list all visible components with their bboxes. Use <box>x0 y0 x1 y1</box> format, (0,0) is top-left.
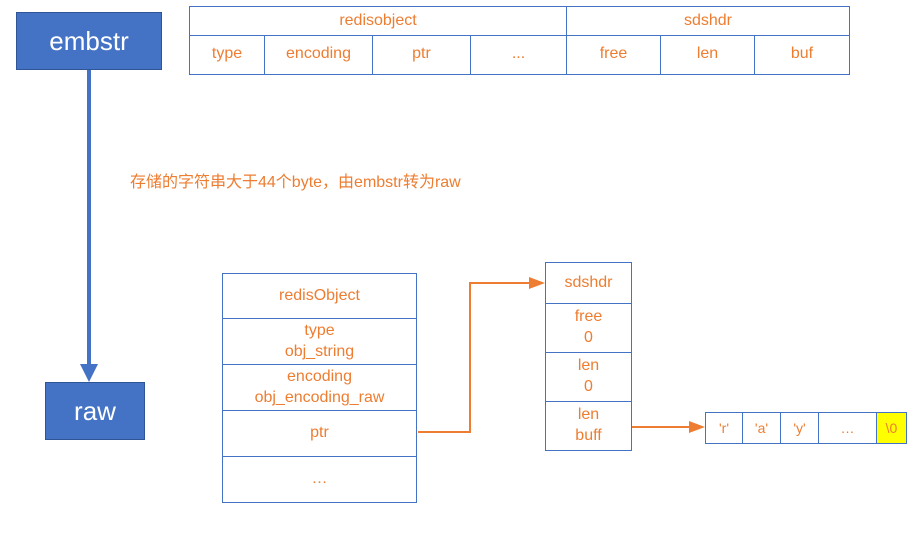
buf-4-null: \0 <box>877 412 907 444</box>
buf-1: 'a' <box>743 412 781 444</box>
buf-3: … <box>819 412 877 444</box>
arrow-buff-to-array <box>0 0 750 540</box>
top-cell-buf: buf <box>755 35 850 75</box>
buf-2: 'y' <box>781 412 819 444</box>
buffer-array: 'r' 'a' 'y' … \0 <box>705 412 907 444</box>
buf-0: 'r' <box>705 412 743 444</box>
